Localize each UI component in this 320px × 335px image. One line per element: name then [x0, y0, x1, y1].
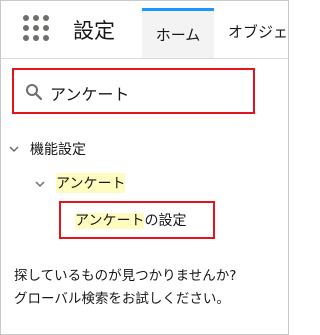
leaf-highlight-text: アンケート: [75, 213, 145, 229]
search-input[interactable]: アンケート: [50, 81, 129, 105]
tree-group-feature-settings[interactable]: 機能設定: [30, 139, 86, 159]
tab-home[interactable]: ホーム: [142, 8, 214, 58]
search-icon: [26, 84, 43, 101]
no-result-message: 探しているものが見つかりませんか? グローバル検索をお試しください。: [14, 265, 279, 311]
no-result-line-1: 探しているものが見つかりませんか?: [14, 268, 237, 284]
tree-leaf-survey-settings[interactable]: アンケートの設定: [59, 201, 215, 239]
app-title: 設定: [73, 19, 115, 43]
tab-object-manager[interactable]: オブジェクトマネージャ: [228, 21, 289, 42]
no-result-line-2: グローバル検索をお試しください。: [14, 291, 230, 307]
setup-header: 設定 ホーム オブジェクトマネージャ: [1, 1, 289, 59]
leaf-rest-text: の設定: [144, 213, 187, 229]
app-launcher-icon[interactable]: [23, 15, 49, 41]
chevron-down-icon[interactable]: [34, 178, 46, 190]
chevron-down-icon[interactable]: [8, 143, 20, 155]
quick-find-search-box[interactable]: アンケート: [12, 68, 255, 114]
tree-node-survey[interactable]: アンケート: [56, 173, 126, 193]
tab-object-manager-clip: オブジェクトマネージャ: [214, 2, 289, 58]
